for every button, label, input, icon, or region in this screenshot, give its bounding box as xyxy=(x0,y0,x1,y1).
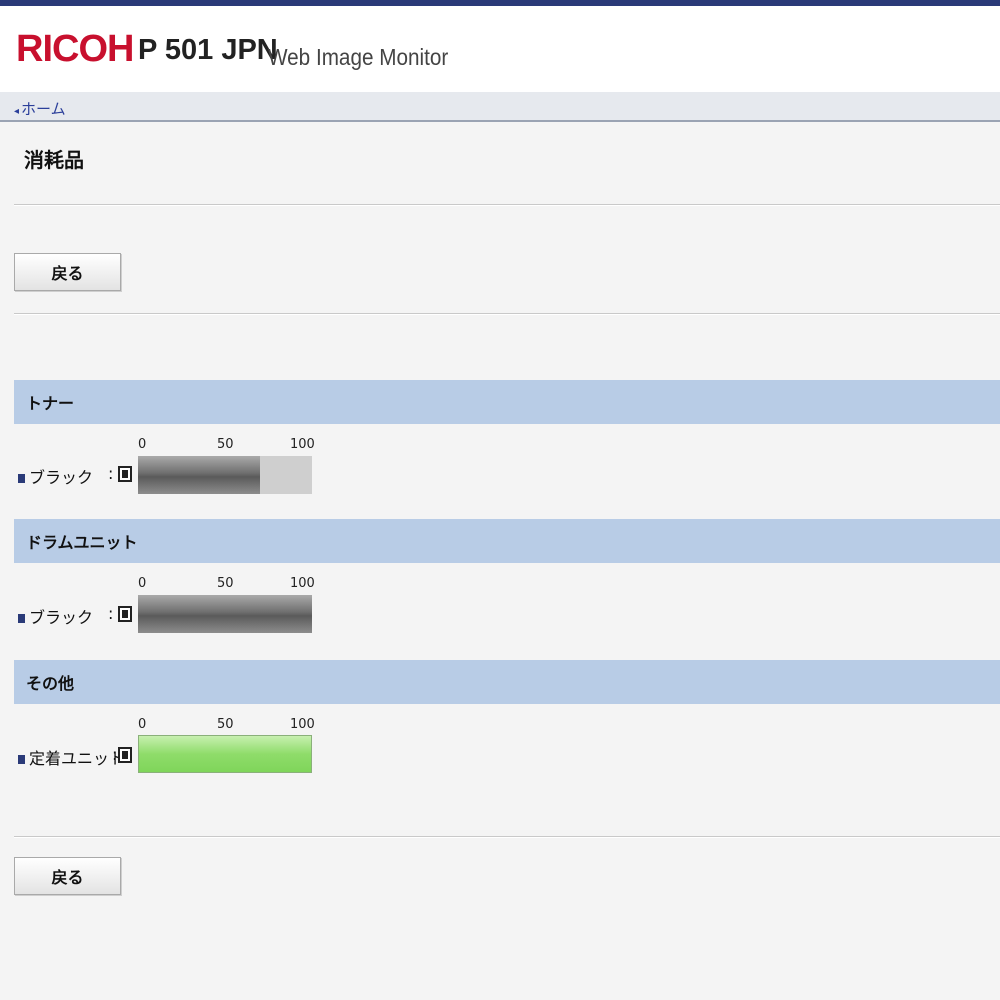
level-fill xyxy=(138,595,312,633)
item-colon: : xyxy=(108,464,114,483)
level-fill xyxy=(138,456,260,494)
divider xyxy=(14,836,1000,838)
divider xyxy=(14,313,1000,315)
scale-labels: 0 50 100 xyxy=(138,717,315,735)
scale-max: 100 xyxy=(290,437,315,452)
scale-labels: 0 50 100 xyxy=(138,576,315,594)
scale-min: 0 xyxy=(138,717,147,732)
scale-max: 100 xyxy=(290,576,315,591)
home-link[interactable]: ◂ ホーム xyxy=(14,98,66,119)
section-header-drum: ドラムユニット xyxy=(14,519,1000,563)
level-bar-toner-black xyxy=(138,456,312,494)
home-link-label: ホーム xyxy=(21,100,66,118)
bullet-icon xyxy=(18,474,25,483)
level-bar-drum-black xyxy=(138,595,312,633)
level-bar-fuser xyxy=(138,735,312,773)
drum-status-icon xyxy=(118,606,132,622)
back-button[interactable]: 戻る xyxy=(14,253,121,291)
item-label-text: ブラック xyxy=(29,608,94,627)
breadcrumb: ◂ ホーム xyxy=(0,92,1000,122)
item-label-text: 定着ユニット xyxy=(29,749,126,768)
back-button[interactable]: 戻る xyxy=(14,857,121,895)
chevron-left-icon: ◂ xyxy=(14,106,20,117)
bullet-icon xyxy=(18,755,25,764)
bullet-icon xyxy=(18,614,25,623)
brand-logo: RICOH xyxy=(16,28,134,70)
scale-mid: 50 xyxy=(217,717,234,732)
scale-mid: 50 xyxy=(217,576,234,591)
section-header-other: その他 xyxy=(14,660,1000,704)
page-title: 消耗品 xyxy=(24,148,84,172)
item-label-fuser: 定着ユニット xyxy=(18,745,125,769)
scale-min: 0 xyxy=(138,437,147,452)
model-name: P 501 JPN xyxy=(138,34,278,66)
item-label-text: ブラック xyxy=(29,468,94,487)
item-label-drum-black: ブラック xyxy=(18,604,93,628)
item-colon: : xyxy=(108,604,114,623)
scale-max: 100 xyxy=(290,717,315,732)
item-label-toner-black: ブラック xyxy=(18,464,93,488)
divider xyxy=(14,204,1000,206)
item-colon: : xyxy=(112,745,118,764)
scale-min: 0 xyxy=(138,576,147,591)
scale-mid: 50 xyxy=(217,437,234,452)
toner-status-icon xyxy=(118,466,132,482)
level-fill xyxy=(138,735,312,773)
fuser-status-icon xyxy=(118,747,132,763)
section-header-toner: トナー xyxy=(14,380,1000,424)
app-name: Web Image Monitor xyxy=(268,44,449,70)
header: RICOH P 501 JPN Web Image Monitor xyxy=(0,6,1000,92)
scale-labels: 0 50 100 xyxy=(138,437,315,455)
